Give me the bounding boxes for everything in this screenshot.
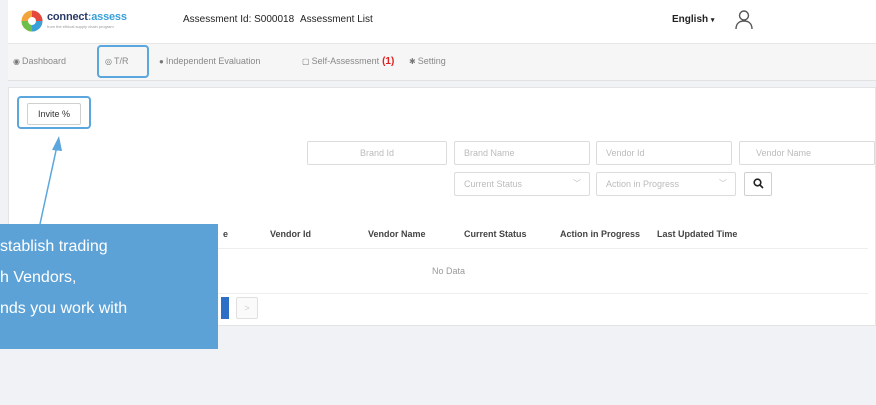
comments-icon: ● — [159, 57, 164, 66]
brand[interactable]: connect:assess from the ethical supply c… — [47, 11, 127, 29]
callout-box: stablish trading h Vendors, nds you work… — [0, 224, 218, 349]
vendor-name-input[interactable]: Vendor Name — [739, 141, 875, 165]
action-in-progress-select[interactable]: Action in Progress ﹀ — [596, 172, 736, 196]
table-empty-text: No Data — [432, 266, 466, 276]
language-label: English — [672, 14, 709, 25]
column-header-action-in-progress: Action in Progress — [560, 229, 641, 239]
vendor-id-input[interactable]: Vendor Id — [596, 141, 732, 165]
callout-line: stablish trading — [0, 238, 108, 255]
invite-button[interactable]: Invite % — [27, 103, 81, 125]
search-icon — [752, 178, 764, 189]
brand-id-input[interactable]: Brand Id — [307, 141, 447, 165]
table-header-divider — [190, 248, 868, 249]
assessment-list-link[interactable]: Assessment List — [300, 14, 373, 25]
chevron-down-icon: ﹀ — [719, 179, 727, 188]
main-nav: ◉ Dashboard ◎ T/R ● Independent Evaluation … — [8, 44, 876, 81]
nav-setting[interactable]: ✱ Setting — [409, 56, 446, 66]
pagination-current-page[interactable] — [221, 297, 229, 319]
top-bar: connect:assess from the ethical supply c… — [8, 0, 876, 44]
dashboard-icon: ◉ — [13, 57, 20, 66]
column-header-current-status: Current Status — [464, 229, 527, 239]
eye-icon: ◎ — [105, 57, 112, 66]
pagination-next-button[interactable]: > — [236, 297, 258, 319]
brand-name: connect:assess — [47, 11, 127, 23]
nav-dashboard[interactable]: ◉ Dashboard — [13, 56, 66, 66]
current-status-select[interactable]: Current Status ﹀ — [454, 172, 590, 196]
link-icon: % — [62, 109, 71, 119]
user-icon[interactable] — [733, 8, 755, 30]
table-bottom-divider — [190, 293, 868, 294]
caret-down-icon: ▾ — [710, 17, 715, 24]
connect-assess-logo-icon[interactable] — [21, 10, 43, 32]
language-selector[interactable]: English ▾ — [672, 14, 714, 25]
brand-tagline: from the ethical supply chain program — [47, 24, 114, 29]
column-header-partial: e — [223, 229, 229, 239]
brand-name-input[interactable]: Brand Name — [454, 141, 590, 165]
column-header-vendor-name: Vendor Name — [368, 229, 426, 239]
callout-line: nds you work with — [0, 300, 128, 317]
nav-independent-evaluation[interactable]: ● Independent Evaluation — [159, 56, 260, 66]
chevron-down-icon: ﹀ — [573, 179, 581, 188]
column-header-last-updated-time: Last Updated Time — [657, 229, 738, 239]
callout-line: h Vendors, — [0, 269, 77, 286]
file-icon: ▢ — [302, 57, 310, 66]
self-assessment-count: (1) — [382, 56, 395, 67]
nav-self-assessment[interactable]: ▢ Self-Assessment (1) — [302, 56, 394, 67]
column-header-vendor-id: Vendor Id — [270, 229, 312, 239]
gear-icon: ✱ — [409, 57, 416, 66]
assessment-id: Assessment Id: S000018 — [183, 14, 295, 25]
search-button[interactable] — [744, 172, 772, 196]
nav-tr[interactable]: ◎ T/R — [105, 56, 128, 66]
